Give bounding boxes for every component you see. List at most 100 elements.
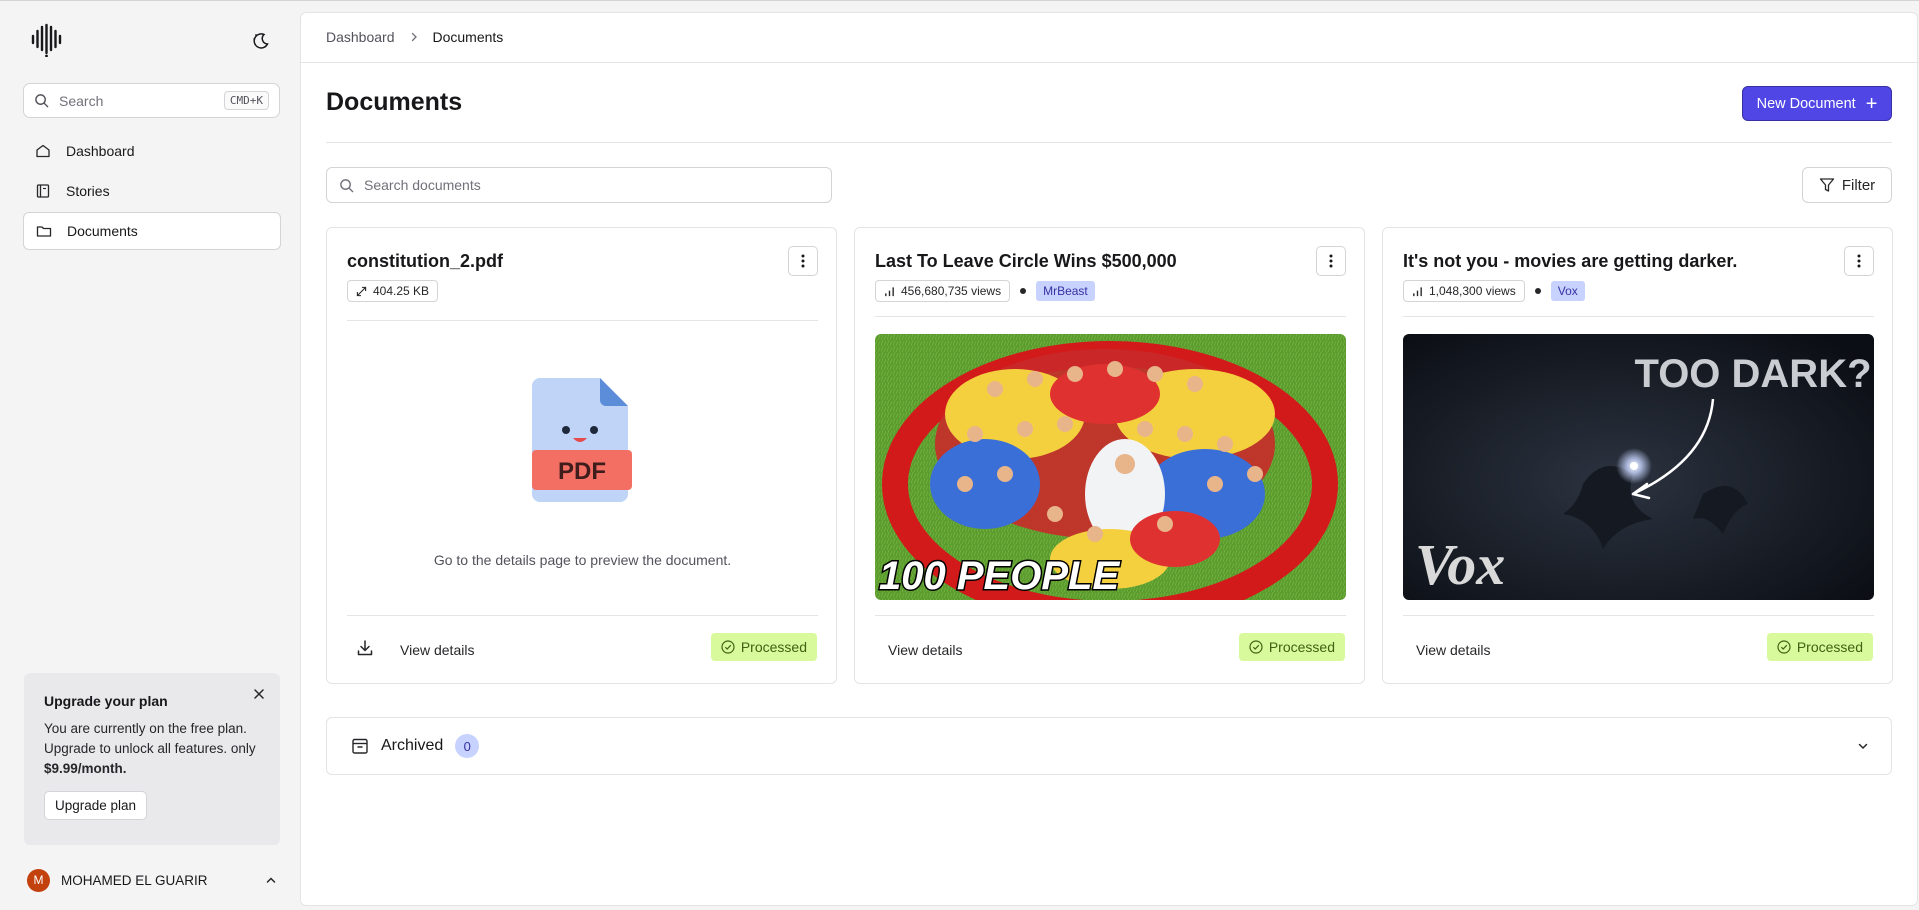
video-thumbnail[interactable]: TOO DARK? Vox: [1403, 334, 1874, 600]
sidebar-item-label: Documents: [67, 223, 138, 239]
more-vertical-icon: [1329, 254, 1333, 268]
sidebar-item-stories[interactable]: Stories: [23, 172, 281, 210]
sidebar: Search CMD+K Dashboard Stories Documents: [0, 1, 300, 910]
card-divider: [347, 615, 818, 616]
book-icon: [36, 184, 50, 198]
user-menu[interactable]: M MOHAMED EL GUARIR: [27, 868, 277, 892]
check-circle-icon: [1249, 640, 1263, 654]
breadcrumb: Dashboard Documents: [326, 29, 503, 45]
more-options-button[interactable]: [1844, 246, 1874, 276]
document-card: Last To Leave Circle Wins $500,000 456,6…: [854, 227, 1365, 684]
archived-section-toggle[interactable]: Archived 0: [326, 717, 1892, 775]
folder-icon: [36, 226, 52, 237]
theme-toggle-icon[interactable]: [251, 31, 271, 51]
upgrade-card: Upgrade your plan You are currently on t…: [24, 673, 280, 845]
chevron-up-icon: [266, 877, 276, 883]
filter-button[interactable]: Filter: [1802, 167, 1892, 203]
view-details-link[interactable]: View details: [888, 642, 962, 658]
sidebar-item-label: Dashboard: [66, 143, 135, 159]
pdf-label: PDF: [558, 458, 606, 485]
check-circle-icon: [1777, 640, 1791, 654]
file-size: 404.25 KB: [373, 284, 430, 298]
chevron-right-icon: [411, 32, 417, 42]
card-divider: [875, 316, 1346, 317]
bar-chart-icon: [1413, 286, 1422, 296]
more-options-button[interactable]: [1316, 246, 1346, 276]
sidebar-search-input[interactable]: Search CMD+K: [23, 83, 280, 118]
card-divider: [1403, 615, 1874, 616]
new-document-button[interactable]: New Document +: [1742, 86, 1892, 121]
upgrade-title: Upgrade your plan: [44, 693, 168, 709]
search-shortcut-badge: CMD+K: [223, 91, 269, 110]
pdf-preview: PDF Go to the details page to preview th…: [347, 328, 818, 598]
archived-label: Archived: [381, 737, 444, 754]
document-meta: 1,048,300 views Vox: [1403, 280, 1585, 302]
views-chip: 1,048,300 views: [1403, 280, 1525, 302]
card-divider: [347, 320, 818, 321]
file-size-chip: 404.25 KB: [347, 280, 439, 302]
expand-icon: [356, 286, 367, 296]
status-label: Processed: [1268, 639, 1335, 655]
separator-dot: [1020, 288, 1027, 294]
sidebar-item-documents[interactable]: Documents: [23, 212, 281, 250]
vox-logo: Vox: [1415, 532, 1505, 597]
search-placeholder: Search: [59, 92, 104, 109]
sidebar-item-dashboard[interactable]: Dashboard: [23, 132, 281, 170]
home-icon: [36, 144, 50, 158]
status-badge: Processed: [1238, 633, 1345, 661]
card-divider: [875, 615, 1346, 616]
main-panel: Dashboard Documents Documents New Docume…: [300, 12, 1918, 906]
document-search-input[interactable]: Search documents: [326, 167, 832, 203]
more-vertical-icon: [801, 254, 805, 268]
more-vertical-icon: [1857, 254, 1861, 268]
views-chip: 456,680,735 views: [875, 280, 1011, 302]
separator-dot: [1534, 288, 1541, 294]
plus-icon: +: [1865, 92, 1878, 115]
upgrade-price: $9.99/month.: [44, 761, 127, 776]
sidebar-nav: Dashboard Stories Documents: [23, 132, 281, 252]
logo-icon[interactable]: [30, 23, 66, 57]
view-details-link[interactable]: View details: [400, 642, 474, 658]
thumbnail-caption: TOO DARK?: [1634, 352, 1871, 396]
avatar: M: [27, 868, 50, 892]
close-icon[interactable]: [252, 687, 266, 701]
new-document-label: New Document: [1756, 95, 1856, 112]
user-name: MOHAMED EL GUARIR: [61, 872, 208, 888]
thumbnail-caption: 100 PEOPLE: [879, 554, 1120, 598]
view-count: 1,048,300 views: [1429, 284, 1516, 298]
document-title[interactable]: constitution_2.pdf: [347, 251, 503, 272]
card-divider: [1403, 316, 1874, 317]
document-title[interactable]: Last To Leave Circle Wins $500,000: [875, 251, 1177, 272]
archive-icon: [352, 738, 368, 754]
filter-icon: [1819, 178, 1834, 192]
status-label: Processed: [1796, 639, 1863, 655]
document-card: It's not you - movies are getting darker…: [1382, 227, 1893, 684]
document-meta: 404.25 KB: [347, 280, 439, 302]
header-divider: [301, 62, 1917, 63]
upgrade-plan-button[interactable]: Upgrade plan: [44, 791, 148, 820]
document-title[interactable]: It's not you - movies are getting darker…: [1403, 251, 1737, 272]
filter-label: Filter: [1841, 176, 1876, 194]
view-details-link[interactable]: View details: [1416, 642, 1490, 658]
search-icon: [35, 94, 49, 108]
pdf-file-icon: PDF: [532, 378, 632, 502]
view-count: 456,680,735 views: [901, 284, 1002, 298]
channel-badge: Vox: [1550, 281, 1585, 301]
channel-badge: MrBeast: [1036, 281, 1095, 301]
more-options-button[interactable]: [788, 246, 818, 276]
archived-count-badge: 0: [455, 734, 480, 758]
page-title: Documents: [326, 88, 463, 116]
upgrade-text: You are currently on the free plan. Upgr…: [44, 719, 260, 779]
preview-hint: Go to the details page to preview the do…: [433, 552, 732, 568]
video-thumbnail[interactable]: 100 PEOPLE: [875, 334, 1346, 600]
title-divider: [326, 142, 1892, 143]
status-label: Processed: [740, 639, 807, 655]
sidebar-item-label: Stories: [66, 183, 110, 199]
status-badge: Processed: [710, 633, 817, 661]
bar-chart-icon: [885, 286, 894, 296]
chevron-down-icon: [1858, 743, 1868, 750]
breadcrumb-dashboard[interactable]: Dashboard: [326, 29, 395, 45]
download-icon[interactable]: [355, 638, 375, 658]
breadcrumb-current: Documents: [432, 29, 504, 45]
thumbnail-image: TOO DARK? Vox: [1403, 334, 1874, 600]
